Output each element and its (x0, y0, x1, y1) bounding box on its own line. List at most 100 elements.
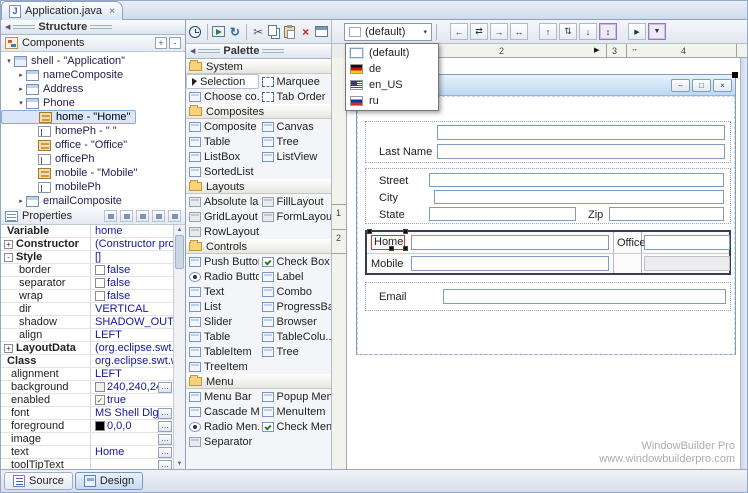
tooltip-ellipsis-button[interactable]: … (158, 460, 172, 470)
selection-handle[interactable] (403, 246, 408, 251)
background-ellipsis-button[interactable]: … (158, 382, 172, 393)
align-left-button[interactable]: ← (450, 23, 468, 40)
property-row-style[interactable]: -Style [] (1, 251, 173, 264)
palette-category-composites[interactable]: Composites (186, 104, 331, 119)
property-row-foreground[interactable]: foreground 0,0,0… (1, 420, 173, 433)
property-row-layoutdata[interactable]: +LayoutData (org.eclipse.swt.layo... (1, 342, 173, 355)
property-row-class[interactable]: Class org.eclipse.swt.widg... (1, 355, 173, 368)
selection-handle[interactable] (367, 229, 372, 234)
close-icon[interactable]: × (713, 79, 732, 92)
palette-item-cascade-menu[interactable]: Cascade M... (186, 404, 259, 419)
property-row-image[interactable]: image … (1, 433, 173, 446)
locale-option-default[interactable]: (default) (347, 45, 437, 61)
designed-shell-window[interactable]: – □ × Last Name Street City (356, 74, 736, 355)
palette-item-canvas[interactable]: Canvas (259, 119, 332, 134)
zip-field[interactable] (609, 207, 724, 221)
expand-arrow-icon[interactable]: ▸ (16, 197, 26, 205)
tree-item-phone[interactable]: ▾ Phone (1, 96, 185, 110)
address-composite[interactable]: Street City State Zip (365, 168, 731, 224)
palette-item-separator[interactable]: Separator (186, 434, 259, 449)
palette-item-radio-button[interactable]: Radio Button (186, 269, 259, 284)
property-row-align[interactable]: align LEFT (1, 329, 173, 342)
office-phone-field[interactable] (644, 235, 730, 250)
cut-button[interactable]: ✂ (252, 23, 265, 41)
tab-design[interactable]: Design (75, 472, 143, 490)
phone-composite[interactable]: Home Office Mobile (365, 230, 731, 275)
palette-category-layouts[interactable]: Layouts (186, 179, 331, 194)
palette-item-radio-menuitem[interactable]: Radio Men... (186, 419, 259, 434)
externalize-strings-button[interactable] (212, 23, 225, 41)
expand-arrow-icon[interactable]: ▾ (4, 57, 14, 65)
palette-item-tree[interactable]: Tree (259, 134, 332, 149)
convert-to-field-button[interactable] (136, 210, 149, 222)
fill-vertical-button[interactable]: ↕ (599, 23, 617, 40)
property-row-constructor[interactable]: +Constructor (Constructor proper... (1, 238, 173, 251)
palette-item-combo[interactable]: Combo (259, 284, 332, 299)
expander-icon[interactable]: + (4, 240, 13, 249)
last-name-field[interactable] (437, 144, 725, 159)
scroll-up-icon[interactable]: ▲ (174, 227, 185, 233)
refresh-button[interactable]: ↻ (228, 23, 241, 41)
grab-horizontal-button[interactable]: ▶ (628, 23, 646, 40)
tree-item-officeph[interactable]: officePh (1, 152, 185, 166)
copy-button[interactable] (268, 23, 281, 41)
property-row-variable[interactable]: Variable home (1, 225, 173, 238)
palette-item-check-box[interactable]: Check Box (259, 254, 332, 269)
palette-item-gridlayout[interactable]: GridLayout (186, 209, 259, 224)
property-row-background[interactable]: background 240,240,240… (1, 381, 173, 394)
palette-item-sortedlist[interactable]: SortedList (186, 164, 259, 179)
panel-collapse-icon[interactable]: ◀ (5, 23, 10, 31)
locale-option-en-us[interactable]: en_US (347, 77, 437, 93)
home-phone-field[interactable] (411, 235, 609, 250)
property-row-separator[interactable]: separator false (1, 277, 173, 290)
show-events-button[interactable] (104, 210, 117, 222)
text-ellipsis-button[interactable]: … (158, 447, 172, 458)
expander-icon[interactable]: + (4, 344, 13, 353)
expand-arrow-icon[interactable]: ▸ (16, 71, 26, 79)
property-row-border[interactable]: border false (1, 264, 173, 277)
palette-item-tab-order[interactable]: Tab Order (259, 89, 332, 104)
expand-all-button[interactable]: + (155, 37, 167, 49)
tree-item-home[interactable]: home - "Home" (1, 110, 136, 124)
palette-item-table[interactable]: Table (186, 134, 259, 149)
first-name-field[interactable] (437, 125, 725, 140)
design-canvas[interactable]: – □ × Last Name Street City (347, 58, 748, 469)
scroll-down-icon[interactable]: ▼ (174, 461, 185, 467)
tree-item-office[interactable]: office - "Office" (1, 138, 185, 152)
palette-category-system[interactable]: System (186, 59, 331, 74)
panel-collapse-icon[interactable]: ◀ (190, 47, 195, 55)
palette-item-tablecolumn[interactable]: TableColu... (259, 329, 332, 344)
locale-option-ru[interactable]: ru (347, 93, 437, 109)
palette-item-absolute-layout[interactable]: Absolute la... (186, 194, 259, 209)
palette-item-browser[interactable]: Browser (259, 314, 332, 329)
palette-item-selection[interactable]: Selection (186, 74, 259, 89)
selection-handle[interactable] (403, 229, 408, 234)
palette-item-slider[interactable]: Slider (186, 314, 259, 329)
locale-option-de[interactable]: de (347, 61, 437, 77)
property-row-enabled[interactable]: enabled ✓true (1, 394, 173, 407)
center-horizontal-button[interactable]: ⇄ (470, 23, 488, 40)
align-bottom-button[interactable]: ↓ (579, 23, 597, 40)
email-field[interactable] (443, 289, 726, 304)
expander-icon[interactable]: - (4, 253, 13, 262)
delete-button[interactable]: × (299, 23, 312, 41)
align-right-button[interactable]: → (490, 23, 508, 40)
fill-horizontal-button[interactable]: ↔ (510, 23, 528, 40)
property-row-tooltiptext[interactable]: toolTipText … (1, 459, 173, 469)
palette-item-treeitem[interactable]: TreeItem (186, 359, 259, 374)
tree-item-emailcomposite[interactable]: ▸ emailComposite (1, 194, 185, 208)
tab-close-icon[interactable]: × (109, 6, 115, 17)
collapse-all-button[interactable]: - (169, 37, 181, 49)
palette-item-composite[interactable]: Composite (186, 119, 259, 134)
palette-item-text[interactable]: Text (186, 284, 259, 299)
tree-item-address[interactable]: ▸ Address (1, 82, 185, 96)
tree-item-mobile[interactable]: mobile - "Mobile" (1, 166, 185, 180)
tab-source[interactable]: Source (4, 472, 73, 490)
center-vertical-button[interactable]: ⇅ (559, 23, 577, 40)
property-row-font[interactable]: font MS Shell Dlg 9… (1, 407, 173, 420)
properties-scrollbar[interactable]: ▲ ▼ (173, 225, 185, 469)
palette-item-menuitem[interactable]: MenuItem (259, 404, 332, 419)
palette-item-popup-menu[interactable]: Popup Menu (259, 389, 332, 404)
property-row-dir[interactable]: dir VERTICAL (1, 303, 173, 316)
restore-default-button[interactable] (168, 210, 181, 222)
